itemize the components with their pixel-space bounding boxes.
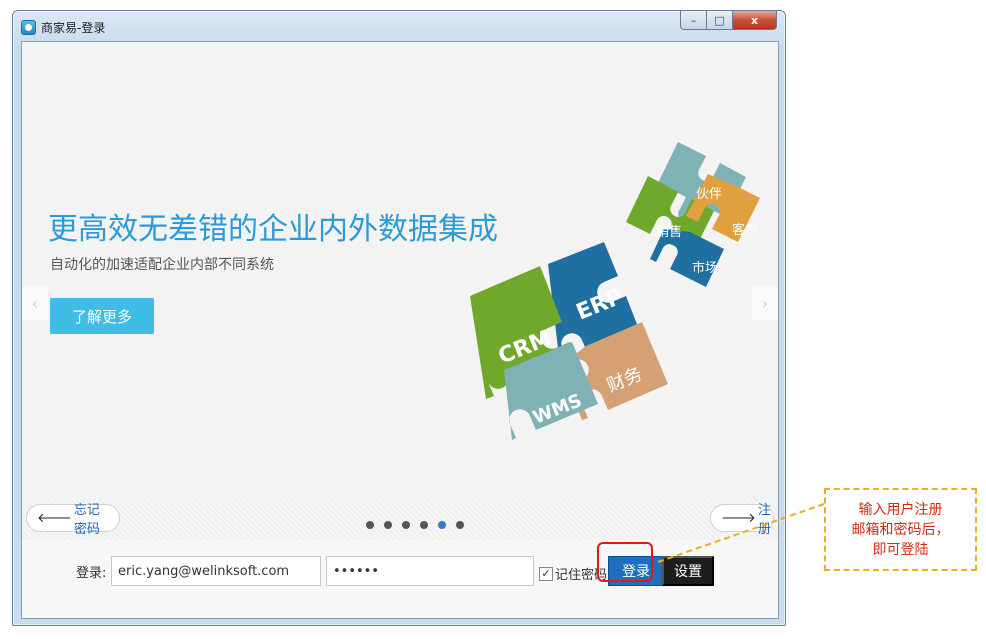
carousel-dot[interactable] <box>402 521 410 529</box>
promo-banner: ‹ › 更高效无差错的企业内外数据集成 自动化的加速适配企业内部不同系统 了解更… <box>22 42 778 500</box>
learn-more-button[interactable]: 了解更多 <box>50 298 154 334</box>
annotation-line-3: 即可登陆 <box>872 541 929 558</box>
puzzle-small-cluster: 伙伴 销售 客户 市场 <box>626 142 760 287</box>
puzzle-label-partner: 伙伴 <box>696 187 722 202</box>
annotation-callout: 输入用户注册 邮箱和密码后， 即可登陆 <box>824 488 977 571</box>
banner-headline: 更高效无差错的企业内外数据集成 <box>48 212 498 247</box>
email-field[interactable] <box>111 556 321 586</box>
app-icon <box>21 20 36 35</box>
carousel-prev-button[interactable]: ‹ <box>22 286 48 320</box>
carousel-dot[interactable] <box>366 521 374 529</box>
annotation-line-1: 输入用户注册 <box>858 501 943 518</box>
carousel-dot[interactable] <box>420 521 428 529</box>
forgot-password-label: 忘记密码 <box>73 503 100 537</box>
puzzle-label-sales: 销售 <box>656 224 682 240</box>
puzzle-large-cluster: ERP CRM 财务 WMS <box>470 242 668 440</box>
puzzle-label-market: 市场 <box>692 260 718 276</box>
password-field[interactable] <box>326 556 534 586</box>
login-label: 登录: <box>76 566 107 581</box>
carousel-dot-active[interactable] <box>438 521 446 529</box>
close-button[interactable]: x <box>733 11 777 30</box>
puzzle-label-customer: 客户 <box>732 222 758 238</box>
login-button-highlight <box>597 542 653 582</box>
annotation-line-2: 邮箱和密码后， <box>851 521 950 538</box>
forgot-password-link[interactable]: 🡐 忘记密码 <box>26 503 120 537</box>
window-title: 商家易-登录 <box>41 21 106 35</box>
banner-subline: 自动化的加速适配企业内部不同系统 <box>50 257 274 273</box>
minimize-button[interactable]: – <box>680 11 707 30</box>
carousel-dots <box>366 521 464 529</box>
carousel-dot[interactable] <box>384 521 392 529</box>
puzzle-illustration: 伙伴 销售 客户 市场 ERP CRM 财务 WMS <box>470 142 760 440</box>
maximize-button[interactable]: □ <box>707 11 733 30</box>
carousel-dot[interactable] <box>456 521 464 529</box>
arrow-left-icon: 🡐 <box>37 511 72 526</box>
window-controls: – □ x <box>680 11 777 30</box>
title-bar[interactable]: 商家易-登录 – □ x <box>13 11 785 41</box>
callout-leader-line <box>657 503 825 563</box>
remember-checkbox[interactable]: ✓ <box>539 566 553 581</box>
